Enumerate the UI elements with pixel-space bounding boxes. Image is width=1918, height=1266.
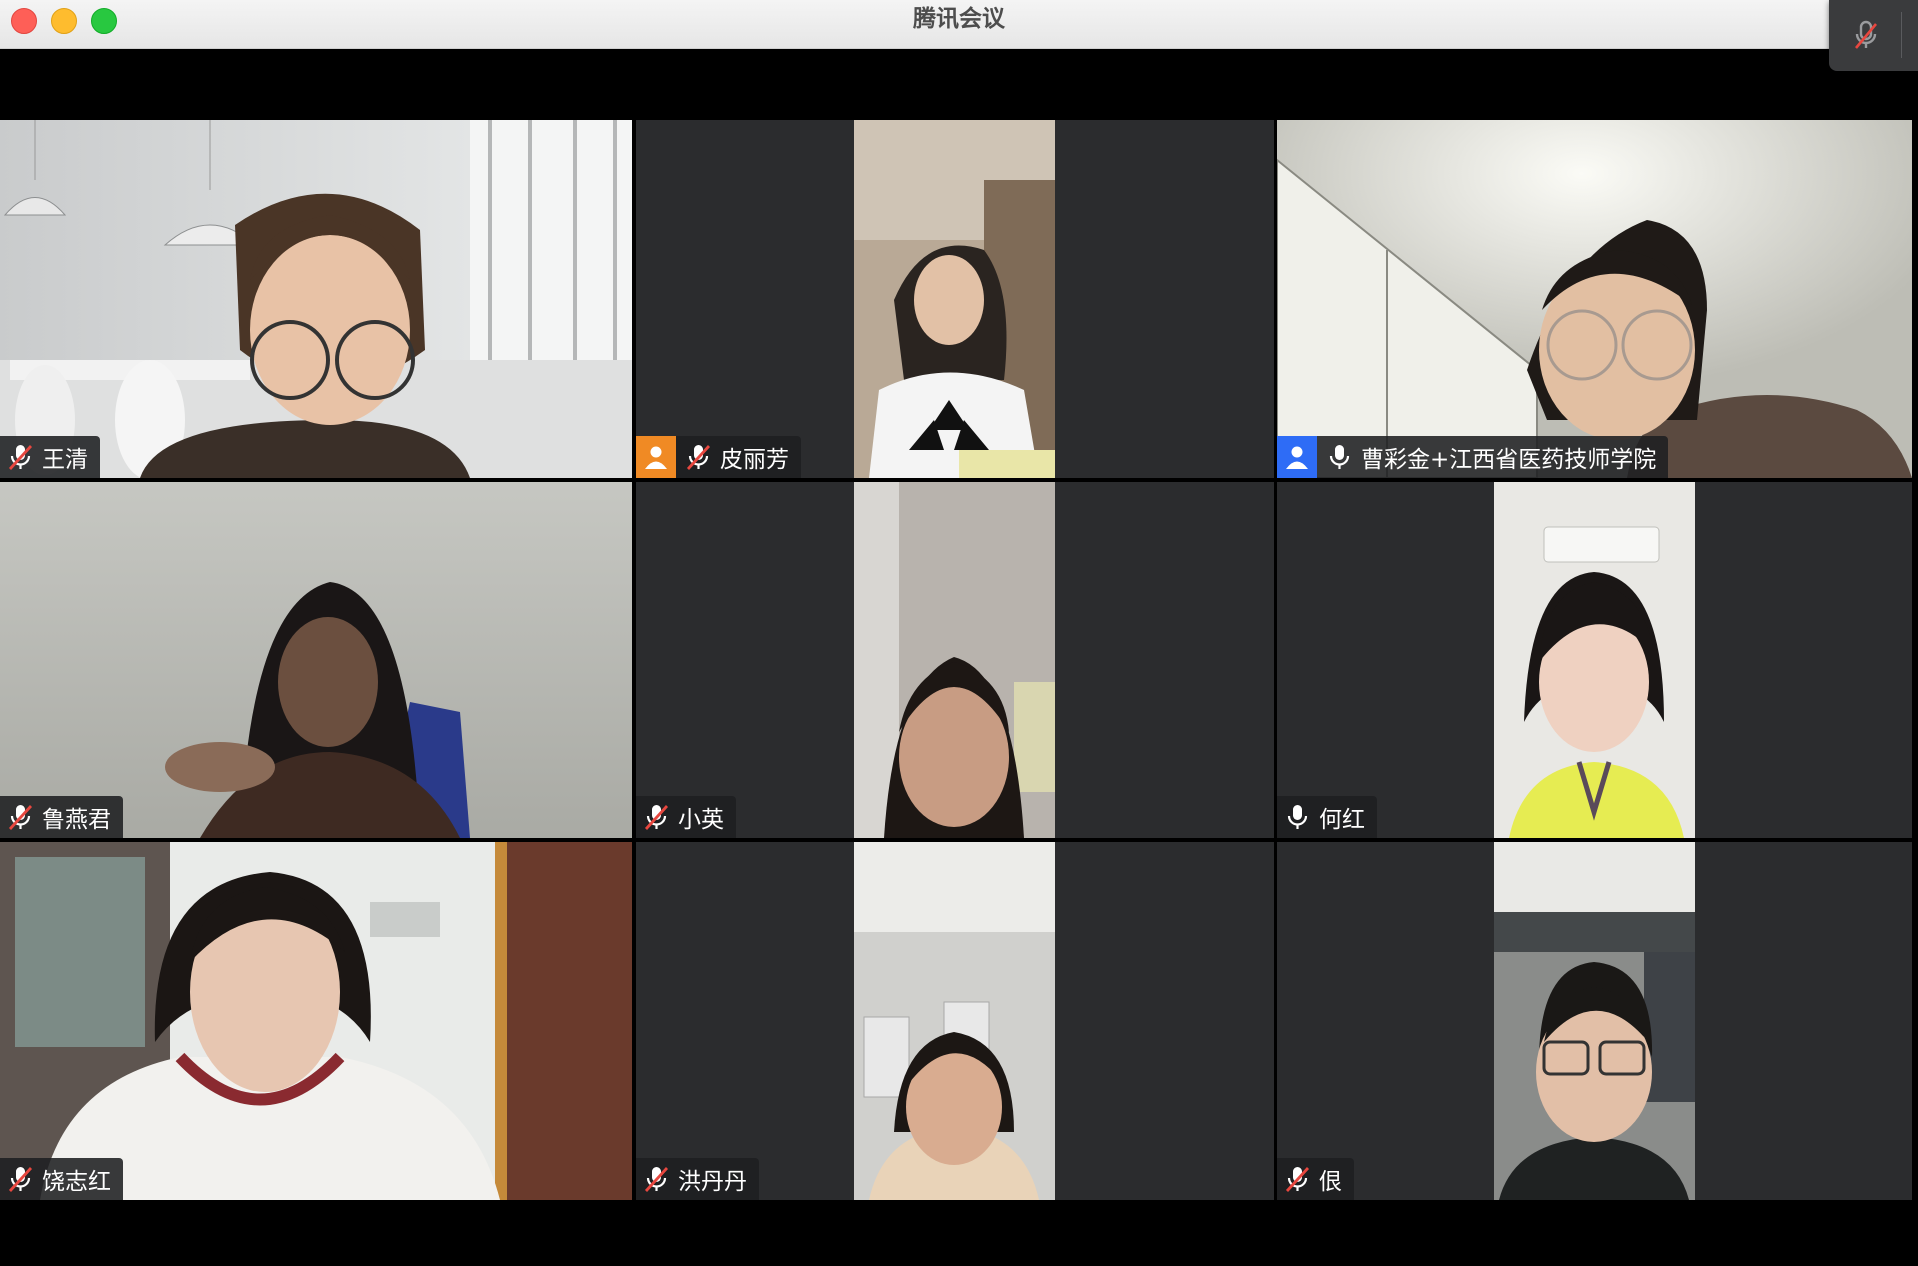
participant-video <box>1494 842 1695 1200</box>
participant-name-label: 皮丽芳 <box>636 436 801 478</box>
mic-muted-icon[interactable] <box>1849 18 1883 52</box>
person-avatar-icon <box>636 436 676 478</box>
participant-video <box>1494 482 1695 838</box>
participant-name-label: 佷 <box>1277 1158 1354 1200</box>
participant-tile[interactable]: 洪丹丹 <box>636 842 1274 1200</box>
mic-muted-icon <box>8 1167 33 1192</box>
participant-name-label: 鲁燕君 <box>0 796 123 838</box>
participant-tile[interactable]: 佷 <box>1277 842 1912 1200</box>
participant-name-label: 小英 <box>636 796 736 838</box>
participant-tile[interactable]: 何红 <box>1277 482 1912 838</box>
participant-name-label: 饶志红 <box>0 1158 123 1200</box>
participant-tile[interactable]: 王清 <box>0 120 632 478</box>
participant-name: 洪丹丹 <box>678 1169 747 1195</box>
participant-name-label: 王清 <box>0 436 100 478</box>
participant-tile[interactable]: 鲁燕君 <box>0 482 632 838</box>
participant-name-label: 何红 <box>1277 796 1377 838</box>
mic-icon <box>1329 445 1350 469</box>
window-title: 腾讯会议 <box>913 6 1005 32</box>
participant-name: 曹彩金+江西省医药技师学院 <box>1361 447 1657 473</box>
floating-mute-control[interactable] <box>1829 0 1918 71</box>
participant-name-label: 洪丹丹 <box>636 1158 759 1200</box>
participant-name-label: 曹彩金+江西省医药技师学院 <box>1277 436 1669 478</box>
participant-video <box>854 842 1055 1200</box>
mic-muted-icon <box>686 445 711 470</box>
participant-video <box>854 482 1055 838</box>
participant-video <box>854 120 1055 478</box>
mic-muted-icon <box>8 805 33 830</box>
divider <box>1901 12 1902 58</box>
participant-tile[interactable]: 皮丽芳 <box>636 120 1274 478</box>
participant-video <box>0 120 632 478</box>
participant-video <box>0 842 632 1200</box>
participant-name: 鲁燕君 <box>42 807 111 833</box>
video-grid: 王清 皮丽芳 曹彩金+江西省医药技师学院 鲁燕君 小英 何红 饶志红 洪丹丹 佷 <box>0 120 1918 1200</box>
mic-muted-icon <box>644 805 669 830</box>
participant-name: 王清 <box>42 447 88 473</box>
participant-name: 皮丽芳 <box>720 447 789 473</box>
mic-icon <box>1287 805 1308 829</box>
participant-video <box>0 482 632 838</box>
participant-name: 何红 <box>1319 807 1365 833</box>
mic-muted-icon <box>644 1167 669 1192</box>
person-avatar-icon <box>1277 436 1317 478</box>
participant-name: 佷 <box>1319 1169 1342 1195</box>
mic-muted-icon <box>8 445 33 470</box>
participant-tile[interactable]: 饶志红 <box>0 842 632 1200</box>
participant-video <box>1277 120 1912 478</box>
participant-tile[interactable]: 小英 <box>636 482 1274 838</box>
participant-name: 饶志红 <box>42 1169 111 1195</box>
participant-tile[interactable]: 曹彩金+江西省医药技师学院 <box>1277 120 1912 478</box>
title-bar: 腾讯会议 <box>0 0 1918 49</box>
participant-name: 小英 <box>678 807 724 833</box>
mic-muted-icon <box>1285 1167 1310 1192</box>
